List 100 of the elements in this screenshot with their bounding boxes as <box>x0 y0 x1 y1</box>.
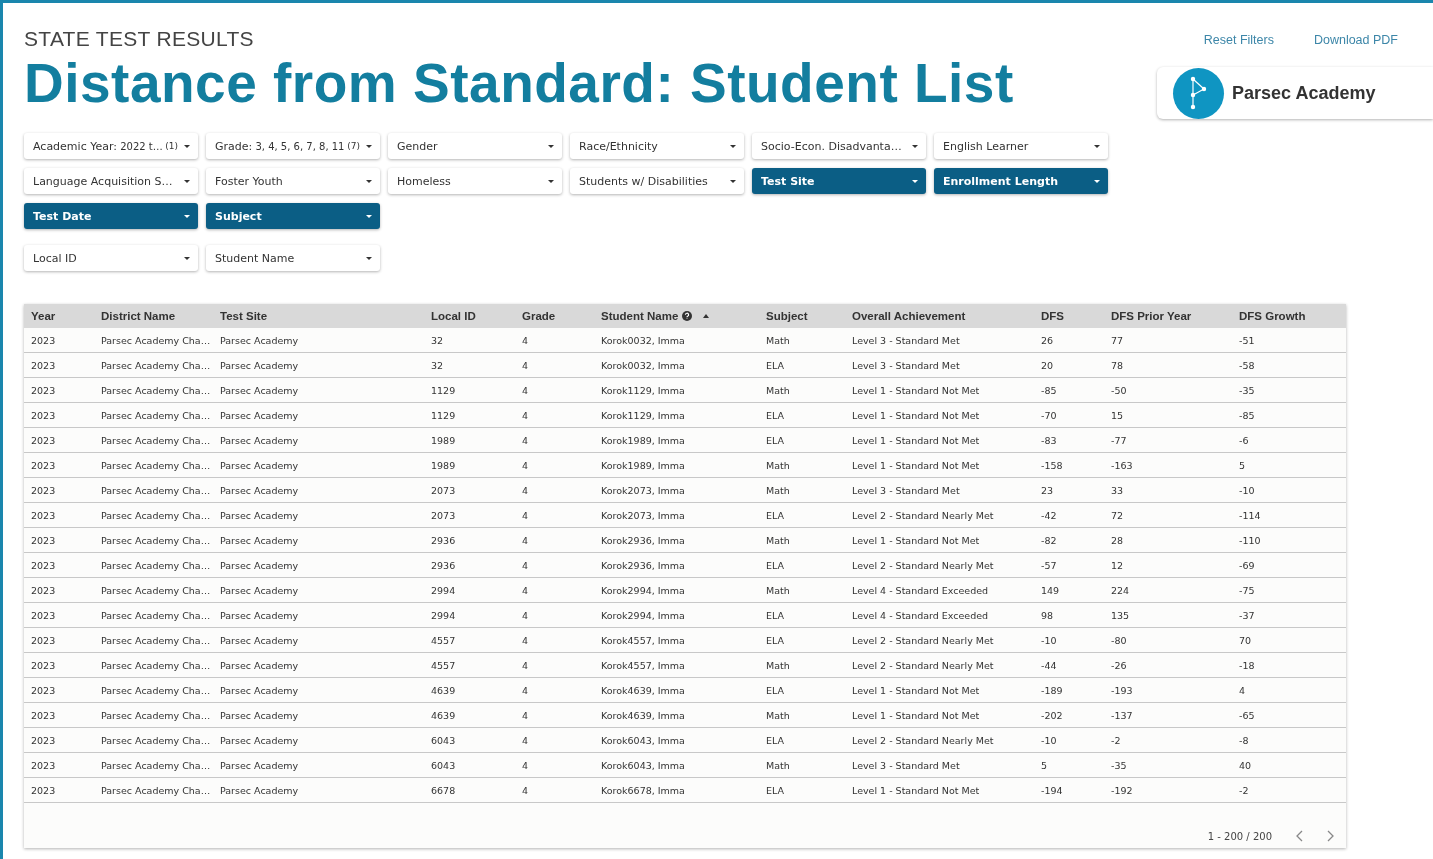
table-cell-text: -192 <box>1110 783 1134 798</box>
header-link[interactable]: Download PDF <box>1313 31 1398 49</box>
column-header[interactable]: Grade <box>515 304 594 328</box>
filter-dropdown[interactable]: Student Name <box>206 245 380 271</box>
table-cell-text: -85 <box>1040 383 1058 398</box>
table-cell-text: Parsec Academy <box>219 433 300 448</box>
table-cell-text: Korok4639, Imma <box>600 683 686 698</box>
table-cell-text: Level 1 - Standard Not Met <box>851 408 981 423</box>
table-cell-text: Korok2936, Imma <box>600 533 686 548</box>
table-cell-text: Level 4 - Standard Exceeded <box>851 608 990 623</box>
table-cell-text: Level 2 - Standard Nearly Met <box>851 558 995 573</box>
filter-dropdown[interactable]: Socio-Econ. Disadvanta… <box>752 133 926 159</box>
table-cell-text: 4 <box>521 533 530 548</box>
table-cell-text: Parsec Academy Cha… <box>100 758 212 773</box>
table-cell-text: Parsec Academy Cha… <box>100 658 212 673</box>
table-cell-text: 2023 <box>30 683 57 698</box>
filter-dropdown[interactable]: English Learner <box>934 133 1108 159</box>
table-cell-text: Parsec Academy <box>219 733 300 748</box>
table-cell-text: -8 <box>1238 733 1250 748</box>
table-cell-text: Parsec Academy <box>219 383 300 398</box>
table-cell-text: Parsec Academy Cha… <box>100 633 212 648</box>
column-header[interactable]: Test Site <box>213 304 424 328</box>
filter-dropdown[interactable]: Grade: 3, 4, 5, 6, 7, 8, 11 (7) <box>206 133 380 159</box>
filter-dropdown[interactable]: Homeless <box>388 168 562 194</box>
filter-dropdown[interactable]: Test Site <box>752 168 926 194</box>
table-cell-text: ELA <box>765 433 785 448</box>
table-cell-text: ELA <box>765 683 785 698</box>
table-cell-text: 15 <box>1110 408 1125 423</box>
filter-dropdown[interactable]: Language Acquisition S… <box>24 168 198 194</box>
table-cell-text: 2936 <box>430 558 457 573</box>
column-header[interactable]: DFS <box>1034 304 1104 328</box>
table-cell-text: ELA <box>765 408 785 423</box>
table-cell-text: Korok0032, Imma <box>600 333 686 348</box>
table-cell-text: -42 <box>1040 508 1058 523</box>
column-header[interactable]: Year <box>24 304 94 328</box>
table-cell-text: Korok6678, Imma <box>600 783 686 798</box>
table-cell-text: 4 <box>521 558 530 573</box>
column-header[interactable]: Student Name <box>594 304 759 328</box>
table-cell-text: 2073 <box>430 508 457 523</box>
table-cell-text: 2994 <box>430 608 457 623</box>
filter-dropdown[interactable]: Enrollment Length <box>934 168 1108 194</box>
column-header[interactable]: Local ID <box>424 304 515 328</box>
table-cell-text: 6678 <box>430 783 457 798</box>
table-cell-text: 33 <box>1110 483 1125 498</box>
filter-dropdown[interactable]: Test Date <box>24 203 198 229</box>
table-cell-text: 4 <box>521 383 530 398</box>
table-cell-text: -35 <box>1110 758 1128 773</box>
table-cell-text: 2023 <box>30 733 57 748</box>
table-cell-text: 98 <box>1040 608 1055 623</box>
table-cell-text: ELA <box>765 558 785 573</box>
column-header[interactable]: Overall Achievement <box>845 304 1034 328</box>
table-cell-text: Parsec Academy <box>219 358 300 373</box>
table-cell-text: 2023 <box>30 783 57 798</box>
table-cell-text: Korok2994, Imma <box>600 583 686 598</box>
table-cell-text: -77 <box>1110 433 1128 448</box>
filter-dropdown[interactable]: Gender <box>388 133 562 159</box>
table-cell-text: 2023 <box>30 433 57 448</box>
filter-dropdown[interactable]: Students w/ Disabilities <box>570 168 744 194</box>
table-cell-text: 4 <box>521 358 530 373</box>
table-cell-text: 6043 <box>430 733 457 748</box>
table-cell-text: Parsec Academy Cha… <box>100 333 212 348</box>
table-cell-text: Level 1 - Standard Not Met <box>851 458 981 473</box>
table-cell-text: 2936 <box>430 533 457 548</box>
table-cell-text: Level 3 - Standard Met <box>851 358 961 373</box>
table-cell-text: 135 <box>1110 608 1131 623</box>
table-cell-text: 149 <box>1040 583 1061 598</box>
page-subtitle: STATE TEST RESULTS <box>24 27 255 51</box>
filter-dropdown[interactable]: Academic Year: 2022 t… (1) <box>24 133 198 159</box>
filter-dropdown[interactable]: Race/Ethnicity <box>570 133 744 159</box>
table-cell-text: -158 <box>1040 458 1064 473</box>
table-cell-text: 2023 <box>30 633 57 648</box>
filter-dropdown[interactable]: Local ID <box>24 245 198 271</box>
table-cell-text: -10 <box>1040 633 1058 648</box>
table-cell-text: Math <box>765 708 791 723</box>
column-header[interactable]: DFS Growth <box>1232 304 1346 328</box>
table-cell-text: 20 <box>1040 358 1055 373</box>
table-cell-text: Parsec Academy Cha… <box>100 383 212 398</box>
table-cell-text: Level 3 - Standard Met <box>851 333 961 348</box>
column-header[interactable]: DFS Prior Year <box>1104 304 1232 328</box>
table-cell-text: 40 <box>1238 758 1253 773</box>
table-cell-text: Parsec Academy <box>219 408 300 423</box>
table-cell-text: 2023 <box>30 333 57 348</box>
table-cell-text: 4 <box>521 733 530 748</box>
filter-dropdown[interactable]: Subject <box>206 203 380 229</box>
column-header[interactable]: Subject <box>759 304 845 328</box>
table-cell-text: Korok2994, Imma <box>600 608 686 623</box>
filter-dropdown[interactable]: Foster Youth <box>206 168 380 194</box>
header-link[interactable]: Reset Filters <box>1203 31 1274 49</box>
table-cell-text: -114 <box>1238 508 1262 523</box>
pagination-range: 1 - 200 / 200 <box>1207 830 1272 842</box>
table-cell-text: 2023 <box>30 458 57 473</box>
table-cell-text: Parsec Academy Cha… <box>100 408 212 423</box>
column-header[interactable]: District Name <box>94 304 213 328</box>
table-cell-text: 70 <box>1238 633 1253 648</box>
table-cell-text: Parsec Academy <box>219 683 300 698</box>
table-cell-text: 5 <box>1238 458 1247 473</box>
table-cell-text: 6043 <box>430 758 457 773</box>
table-cell-text: Parsec Academy Cha… <box>100 558 212 573</box>
table-cell-text: Korok6043, Imma <box>600 758 686 773</box>
table-cell-text: Parsec Academy <box>219 483 300 498</box>
